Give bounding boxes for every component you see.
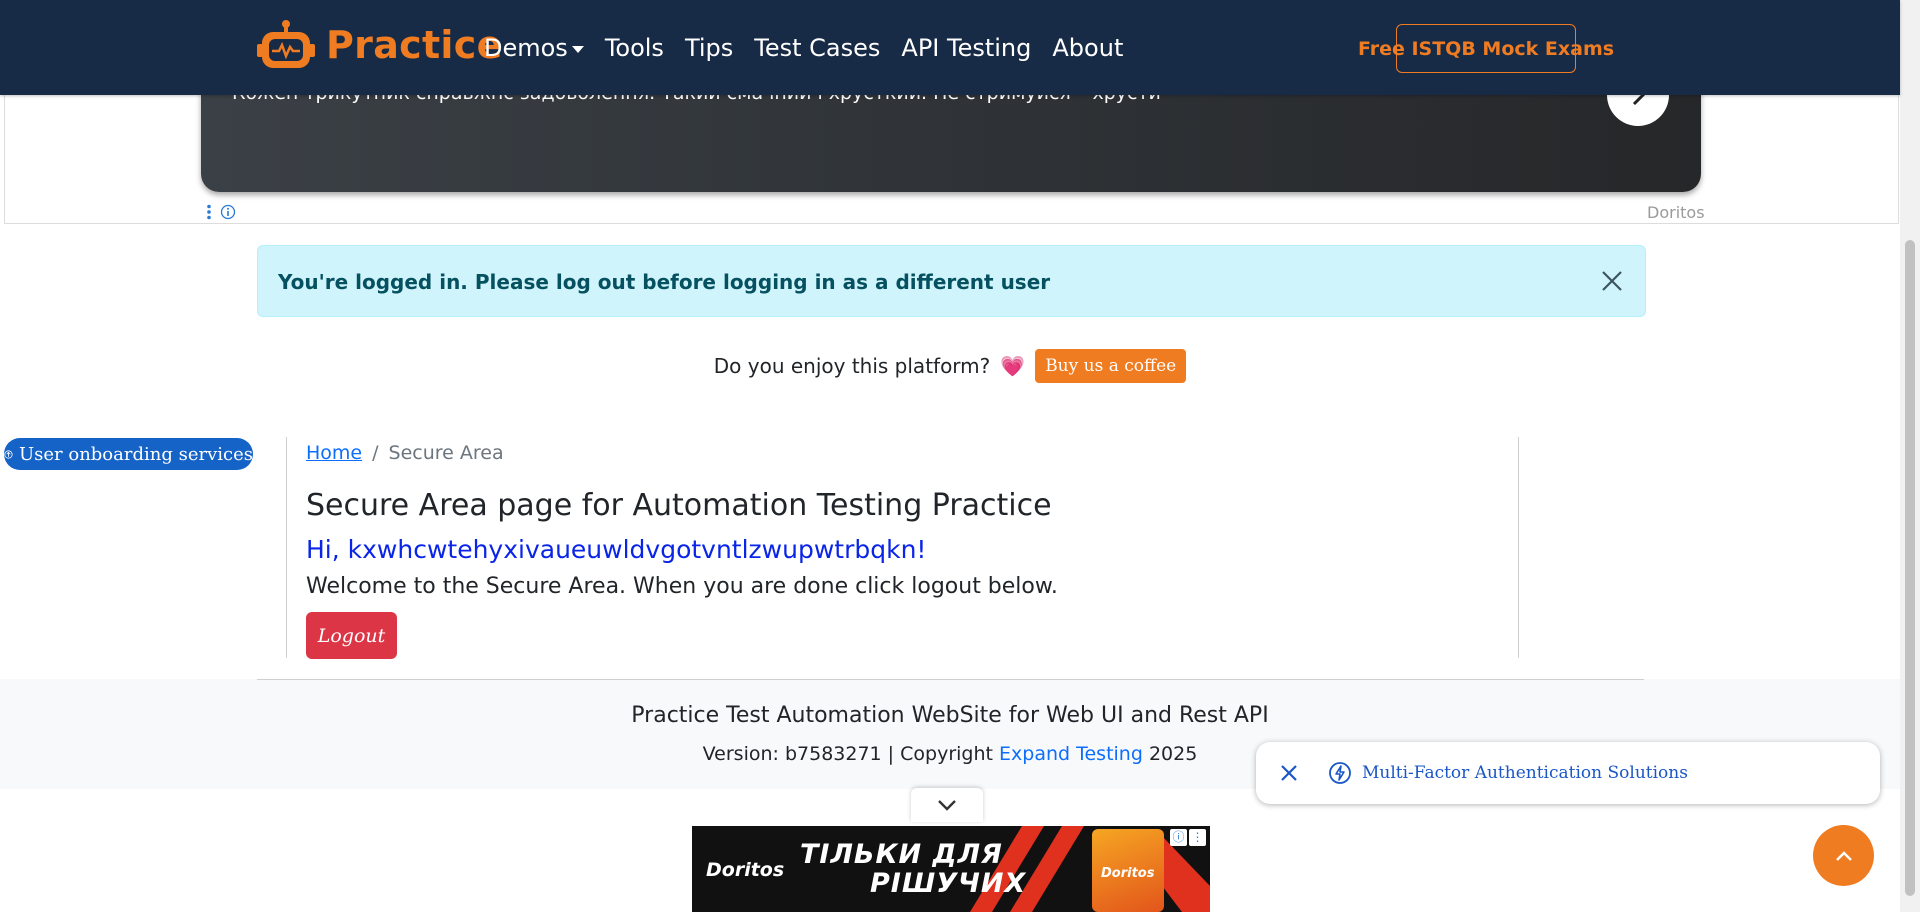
- nav-api-testing[interactable]: API Testing: [901, 34, 1031, 62]
- caret-down-icon: [571, 45, 584, 53]
- brand-name: Practice: [326, 23, 503, 67]
- logged-in-alert: You're logged in. Please log out before …: [257, 245, 1646, 317]
- ad-bottom-controls: ⓘ ⋮: [1170, 829, 1206, 846]
- chevron-down-icon: [938, 800, 956, 811]
- ad-headline-line1: ТІЛЬКИ ДЛЯ: [800, 839, 1003, 870]
- logout-button[interactable]: Logout: [306, 612, 397, 659]
- expand-testing-link[interactable]: Expand Testing: [999, 743, 1143, 765]
- nav-test-cases[interactable]: Test Cases: [754, 34, 880, 62]
- bottom-ad-banner[interactable]: Doritos ТІЛЬКИ ДЛЯ РІШУЧИХ Doritos ⓘ ⋮: [692, 826, 1210, 912]
- breadcrumb-separator: /: [372, 442, 379, 464]
- ad-advertiser-label: Doritos: [1647, 203, 1705, 222]
- coffee-prompt: Do you enjoy this platform? 💗 Buy us a c…: [0, 349, 1900, 383]
- robot-logo-icon: [257, 20, 315, 68]
- footer-divider: [257, 679, 1644, 680]
- arrow-up-circle-icon: [4, 449, 13, 459]
- footer-title: Practice Test Automation WebSite for Web…: [631, 703, 1269, 728]
- version-text: Version: b7583271 | Copyright: [702, 743, 1000, 765]
- mfa-solutions-link[interactable]: Multi-Factor Authentication Solutions: [1362, 763, 1688, 783]
- scroll-to-top-button[interactable]: [1813, 825, 1874, 886]
- ad-info-icon[interactable]: [220, 204, 236, 220]
- top-navbar: Practice Demos Tools Tips Test Cases API…: [0, 0, 1900, 95]
- doritos-logo: Doritos: [706, 859, 785, 881]
- mfa-ad-popup: Multi-Factor Authentication Solutions: [1256, 742, 1880, 804]
- scrollbar-thumb[interactable]: [1905, 240, 1915, 896]
- close-icon[interactable]: [1278, 762, 1300, 784]
- lightning-bolt-icon: [1329, 762, 1351, 784]
- ad-headline-line2: РІШУЧИХ: [870, 868, 1027, 899]
- chevron-up-icon: [1835, 850, 1852, 861]
- collapse-ad-button[interactable]: [911, 788, 983, 822]
- ad-controls: [206, 204, 236, 220]
- main-nav: Demos Tools Tips Test Cases API Testing …: [484, 34, 1123, 62]
- ad-info-icon[interactable]: ⓘ: [1170, 829, 1187, 846]
- breadcrumb-current: Secure Area: [388, 442, 504, 464]
- heart-icon: 💗: [1000, 354, 1026, 378]
- nav-tools[interactable]: Tools: [605, 34, 664, 62]
- brand-link[interactable]: Practice: [256, 18, 503, 72]
- bag-logo: Doritos: [1101, 866, 1155, 881]
- nav-demos-label: Demos: [484, 34, 568, 62]
- close-icon[interactable]: [1599, 268, 1625, 294]
- ad-options-icon[interactable]: [206, 204, 212, 220]
- welcome-message: Welcome to the Secure Area. When you are…: [306, 574, 1058, 599]
- breadcrumb: Home / Secure Area: [306, 442, 504, 464]
- user-onboarding-services-button[interactable]: User onboarding services: [4, 438, 253, 470]
- breadcrumb-home-link[interactable]: Home: [306, 442, 362, 464]
- free-istqb-mock-exams-button[interactable]: Free ISTQB Mock Exams: [1358, 24, 1614, 73]
- alert-message: You're logged in. Please log out before …: [278, 270, 1051, 294]
- nav-tips[interactable]: Tips: [685, 34, 733, 62]
- page-title: Secure Area page for Automation Testing …: [306, 488, 1052, 523]
- user-greeting: Hi, kxwhcwtehyxivaueuwldvgotvntlzwupwtrb…: [306, 535, 927, 564]
- nav-about[interactable]: About: [1052, 34, 1123, 62]
- ad-headline: ТІЛЬКИ ДЛЯ РІШУЧИХ: [800, 840, 1026, 898]
- ad-options-icon[interactable]: ⋮: [1189, 829, 1206, 846]
- onboarding-label: User onboarding services: [18, 443, 253, 465]
- buy-coffee-button[interactable]: Buy us a coffee: [1035, 349, 1187, 383]
- copyright-year: 2025: [1142, 743, 1198, 765]
- nav-demos-dropdown[interactable]: Demos: [484, 34, 584, 62]
- coffee-question: Do you enjoy this platform?: [713, 354, 991, 378]
